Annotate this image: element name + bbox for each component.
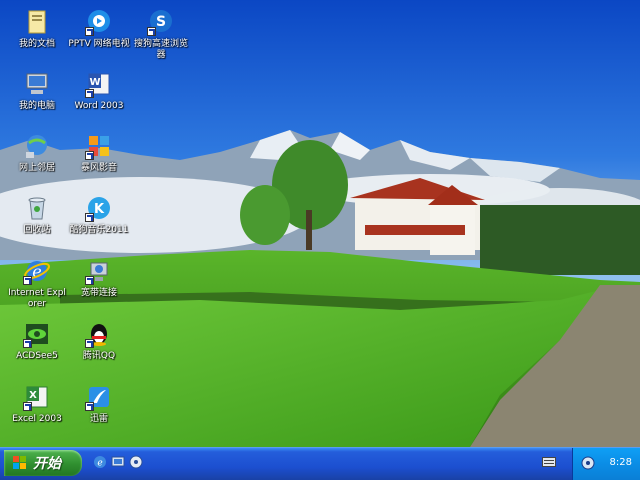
my-documents-icon [23,8,51,36]
volume-icon[interactable] [581,456,595,470]
thunder-icon [85,383,113,411]
excel-icon: X [23,383,51,411]
windows-logo-icon [13,456,26,469]
desktop-icon-qq[interactable]: 腾讯QQ [68,320,130,362]
desktop-icon-broadband[interactable]: 宽带连接 [68,257,130,299]
desktop-icon-my-documents[interactable]: 我的文档 [6,8,68,50]
desktop-icon-label: 搜狗高速浏览器 [133,39,188,60]
clock[interactable]: 8:28 [610,457,632,468]
desktop-icon-label: 网上邻居 [18,163,55,173]
word-icon: W [85,70,113,98]
recycle-bin-icon [23,194,51,222]
show-desktop-icon[interactable] [110,454,126,470]
desktop-icon-label: 迅雷 [89,414,108,424]
desktop-icon-label: 宽带连接 [80,288,117,298]
desktop-icon-network-places[interactable]: 网上邻居 [6,132,68,174]
desktop-icon-thunder[interactable]: 迅雷 [68,383,130,425]
svg-text:X: X [29,390,37,401]
desktop-icon-label: Internet Explorer [8,288,66,309]
qq-icon [85,320,113,348]
desktop-icon-sogou-browser[interactable]: S 搜狗高速浏览器 [130,8,192,61]
svg-text:W: W [89,77,100,88]
desktop-icon-label: 酷狗音乐2011 [69,225,129,235]
keyboard-icon[interactable] [542,457,556,467]
desktop[interactable]: 我的文档 我的电脑 网上邻居 回收站 e Internet Explorer A… [0,0,640,447]
my-computer-icon [23,70,51,98]
ie-icon: e [23,257,51,285]
media-quicklaunch-icon[interactable] [128,454,144,470]
acdsee-icon [23,320,51,348]
system-tray: 8:28 [572,448,640,480]
desktop-icon-word[interactable]: W Word 2003 [68,70,130,112]
svg-text:S: S [156,14,166,30]
desktop-icon-my-computer[interactable]: 我的电脑 [6,70,68,112]
sogou-browser-icon: S [147,8,175,36]
desktop-icon-label: 我的文档 [18,39,55,49]
pptv-icon [85,8,113,36]
desktop-icon-label: 腾讯QQ [82,351,116,361]
desktop-icon-label: 我的电脑 [18,101,55,111]
start-label: 开始 [33,456,61,472]
desktop-icon-label: ACDSee5 [16,351,58,361]
desktop-icon-label: 暴风影音 [80,163,117,173]
ie-quicklaunch-icon[interactable]: e [92,454,108,470]
desktop-icon-label: 回收站 [23,225,51,235]
desktop-icon-kugou[interactable]: K 酷狗音乐2011 [68,194,130,236]
start-button[interactable]: 开始 [4,450,82,476]
desktop-icon-baofeng[interactable]: 暴风影音 [68,132,130,174]
network-places-icon [23,132,51,160]
desktop-icon-label: Word 2003 [74,101,124,111]
svg-text:e: e [97,459,102,469]
desktop-icon-pptv[interactable]: PPTV 网络电视 [68,8,130,50]
desktop-icon-internet-explorer[interactable]: e Internet Explorer [6,257,68,310]
baofeng-icon [85,132,113,160]
svg-text:K: K [94,202,105,217]
desktop-icon-label: Excel 2003 [12,414,62,424]
desktop-icon-recycle-bin[interactable]: 回收站 [6,194,68,236]
broadband-icon [85,257,113,285]
desktop-icon-excel[interactable]: X Excel 2003 [6,383,68,425]
taskbar: 开始 e 8:28 [0,447,640,480]
desktop-icon-label: PPTV 网络电视 [68,39,130,49]
kugou-icon: K [85,194,113,222]
desktop-icon-acdsee[interactable]: ACDSee5 [6,320,68,362]
